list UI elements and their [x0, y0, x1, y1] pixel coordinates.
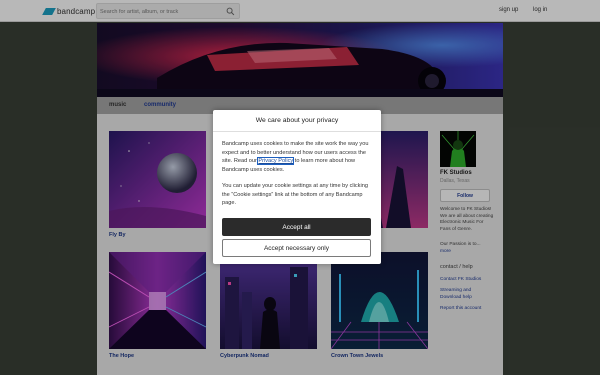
accept-all-button[interactable]: Accept all [222, 218, 371, 236]
cookie-info-text: Bandcamp uses cookies to make the site w… [222, 140, 374, 175]
cookie-settings-text: You can update your cookie settings at a… [222, 183, 368, 207]
cookie-consent-dialog: We care about your privacy Bandcamp uses… [213, 110, 381, 264]
privacy-policy-link[interactable]: Privacy Policy [257, 157, 295, 166]
accept-necessary-button[interactable]: Accept necessary only [222, 239, 371, 257]
dialog-title: We care about your privacy [213, 110, 381, 132]
